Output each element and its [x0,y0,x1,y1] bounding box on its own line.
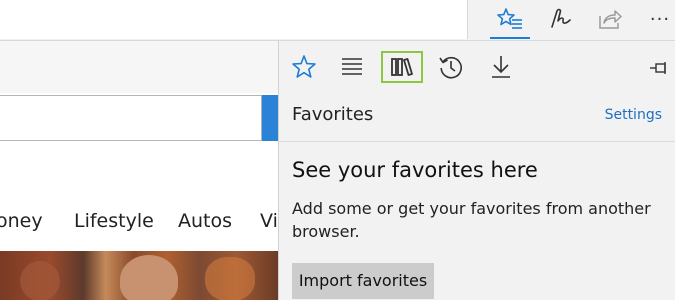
tab-downloads[interactable] [480,51,522,83]
download-icon [492,56,510,78]
web-page-content: oney Lifestyle Autos Vi [0,41,280,300]
photo-face [120,255,178,300]
nav-item-autos[interactable]: Autos [178,210,232,232]
favorites-hub-panel: Favorites Settings See your favorites he… [278,41,675,300]
hub-header: Favorites Settings [279,93,675,142]
nav-item-money[interactable]: oney [0,210,43,232]
books-icon [391,58,413,76]
empty-state-title: See your favorites here [292,158,538,182]
photo-detail [20,261,60,300]
settings-link[interactable]: Settings [605,107,662,123]
tab-favorites[interactable] [283,51,325,83]
star-icon [292,55,316,78]
web-note-button[interactable] [541,0,581,38]
search-input[interactable] [0,95,262,141]
pin-button[interactable] [648,57,670,79]
tab-history[interactable] [430,51,472,83]
empty-state-description: Add some or get your favorites from anot… [292,199,651,241]
tab-books[interactable] [381,51,423,83]
history-icon [439,56,462,79]
share-icon [599,10,622,29]
tab-reading-list[interactable] [331,51,373,83]
share-button[interactable] [590,0,630,38]
hub-title: Favorites [292,104,374,125]
address-bar[interactable] [0,0,468,39]
import-favorites-button[interactable]: Import favorites [292,263,434,299]
more-button[interactable]: ··· [640,0,675,38]
photo-detail [205,257,255,300]
news-photo[interactable] [0,251,278,300]
browser-toolbar: ··· [0,0,675,41]
hub-tab-bar [279,41,675,93]
pin-icon [650,62,666,74]
pen-icon [551,8,571,28]
nav-item-video[interactable]: Vi [260,210,278,232]
page-header-band [0,41,278,93]
more-icon: ··· [649,8,671,30]
favorites-hub-icon [497,8,522,29]
nav-item-lifestyle[interactable]: Lifestyle [74,210,154,232]
favorites-hub-button[interactable] [490,0,530,39]
page-nav: oney Lifestyle Autos Vi [0,210,278,240]
reading-list-icon [342,58,362,75]
